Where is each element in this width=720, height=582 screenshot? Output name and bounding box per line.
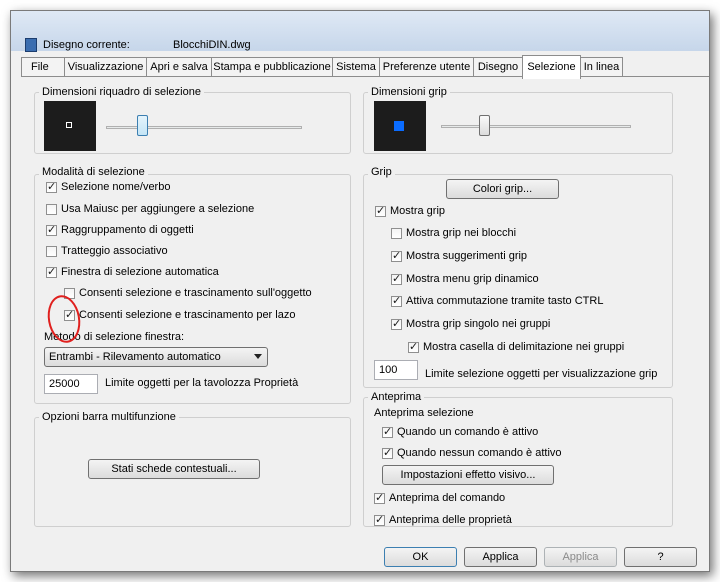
tab-divider xyxy=(21,76,709,77)
options-dialog: Disegno corrente: BlocchiDIN.dwg File Vi… xyxy=(10,10,710,572)
current-drawing-value: BlocchiDIN.dwg xyxy=(173,39,251,51)
label-noun-verb: Selezione nome/verbo xyxy=(61,181,171,193)
checkbox-grips-in-blocks[interactable] xyxy=(391,228,402,239)
checkbox-bounding-box-groups[interactable] xyxy=(408,340,419,353)
checkbox-shift-add[interactable] xyxy=(46,204,57,215)
tab-preferenze-utente[interactable]: Preferenze utente xyxy=(379,57,474,77)
window-method-select[interactable]: Entrambi - Rilevamento automatico xyxy=(44,347,268,367)
grip-slider-track[interactable] xyxy=(441,125,631,128)
pickbox-square-icon xyxy=(66,122,72,128)
contextual-tab-states-button[interactable]: Stati schede contestuali... xyxy=(88,459,260,479)
label-associative-hatch: Tratteggio associativo xyxy=(61,245,168,257)
checkbox-command-active[interactable] xyxy=(382,425,393,438)
current-drawing-label: Disegno corrente: xyxy=(43,39,130,51)
label-object-grouping: Raggruppamento di oggetti xyxy=(61,224,194,236)
tab-file[interactable]: File xyxy=(21,57,65,77)
properties-limit-label: Limite oggetti per la tavolozza Propriet… xyxy=(105,377,299,389)
label-command-active: Quando un comando è attivo xyxy=(397,426,539,438)
tab-sistema[interactable]: Sistema xyxy=(332,57,380,77)
apply-and-close-button[interactable]: Applica xyxy=(464,547,537,567)
label-dynamic-grip-menu: Mostra menu grip dinamico xyxy=(406,273,539,285)
grip-title: Grip xyxy=(368,166,395,178)
grip-colors-button[interactable]: Colori grip... xyxy=(446,179,559,199)
label-press-drag-lasso: Consenti selezione e trascinamento per l… xyxy=(79,309,296,321)
checkbox-single-grip-groups[interactable] xyxy=(391,317,402,330)
label-single-grip-groups: Mostra grip singolo nei gruppi xyxy=(406,318,551,330)
pickbox-preview xyxy=(44,101,96,151)
tab-selezione[interactable]: Selezione xyxy=(522,55,581,79)
grip-limit-input[interactable]: 100 xyxy=(374,360,418,380)
grip-square-icon xyxy=(394,121,404,131)
checkbox-property-preview[interactable] xyxy=(374,513,385,526)
tab-stampa-e-pubblicazione[interactable]: Stampa e pubblicazione xyxy=(211,57,333,77)
checkbox-associative-hatch[interactable] xyxy=(46,246,57,257)
label-grips-in-blocks: Mostra grip nei blocchi xyxy=(406,227,517,239)
label-press-drag-object: Consenti selezione e trascinamento sull'… xyxy=(79,287,312,299)
checkbox-ctrl-cycling[interactable] xyxy=(391,294,402,307)
label-command-preview: Anteprima del comando xyxy=(389,492,506,504)
ribbon-options-title: Opzioni barra multifunzione xyxy=(39,411,179,423)
pickbox-slider-thumb[interactable] xyxy=(137,115,148,136)
label-shift-add: Usa Maiusc per aggiungere a selezione xyxy=(61,203,255,215)
window-method-value: Entrambi - Rilevamento automatico xyxy=(49,351,221,363)
pickbox-size-title: Dimensioni riquadro di selezione xyxy=(39,86,204,98)
pickbox-slider-track[interactable] xyxy=(106,126,302,129)
selection-modes-title: Modalità di selezione xyxy=(39,166,148,178)
label-show-grips: Mostra grip xyxy=(390,205,446,217)
label-property-preview: Anteprima delle proprietà xyxy=(389,514,512,526)
ok-button[interactable]: OK xyxy=(384,547,457,567)
grip-slider-thumb[interactable] xyxy=(479,115,490,136)
tab-apri-e-salva[interactable]: Apri e salva xyxy=(146,57,212,77)
label-ctrl-cycling: Attiva commutazione tramite tasto CTRL xyxy=(406,295,604,307)
checkbox-command-preview[interactable] xyxy=(374,491,385,504)
tab-visualizzazione[interactable]: Visualizzazione xyxy=(64,57,147,77)
checkbox-noun-verb[interactable] xyxy=(46,180,57,193)
chevron-down-icon xyxy=(254,354,262,359)
tab-disegno[interactable]: Disegno xyxy=(473,57,523,77)
label-no-command-active: Quando nessun comando è attivo xyxy=(397,447,562,459)
apply-button[interactable]: Applica xyxy=(544,547,617,567)
grip-limit-label: Limite selezione oggetti per visualizzaz… xyxy=(425,368,658,380)
properties-limit-input[interactable]: 25000 xyxy=(44,374,98,394)
label-bounding-box-groups: Mostra casella di delimitazione nei grup… xyxy=(423,341,625,353)
label-implied-windowing: Finestra di selezione automatica xyxy=(61,266,219,278)
grip-size-title: Dimensioni grip xyxy=(368,86,450,98)
checkbox-no-command-active[interactable] xyxy=(382,446,393,459)
checkbox-object-grouping[interactable] xyxy=(46,223,57,236)
checkbox-dynamic-grip-menu[interactable] xyxy=(391,272,402,285)
help-button[interactable]: ? xyxy=(624,547,697,567)
grip-preview xyxy=(374,101,426,151)
preview-title: Anteprima xyxy=(368,391,425,403)
label-grip-tips: Mostra suggerimenti grip xyxy=(406,250,528,262)
visual-effect-settings-button[interactable]: Impostazioni effetto visivo... xyxy=(382,465,554,485)
checkbox-implied-windowing[interactable] xyxy=(46,265,57,278)
drawing-icon xyxy=(25,38,37,52)
checkbox-grip-tips[interactable] xyxy=(391,249,402,262)
tab-in-linea[interactable]: In linea xyxy=(580,57,623,77)
selection-preview-title: Anteprima selezione xyxy=(374,407,474,419)
checkbox-show-grips[interactable] xyxy=(375,204,386,217)
